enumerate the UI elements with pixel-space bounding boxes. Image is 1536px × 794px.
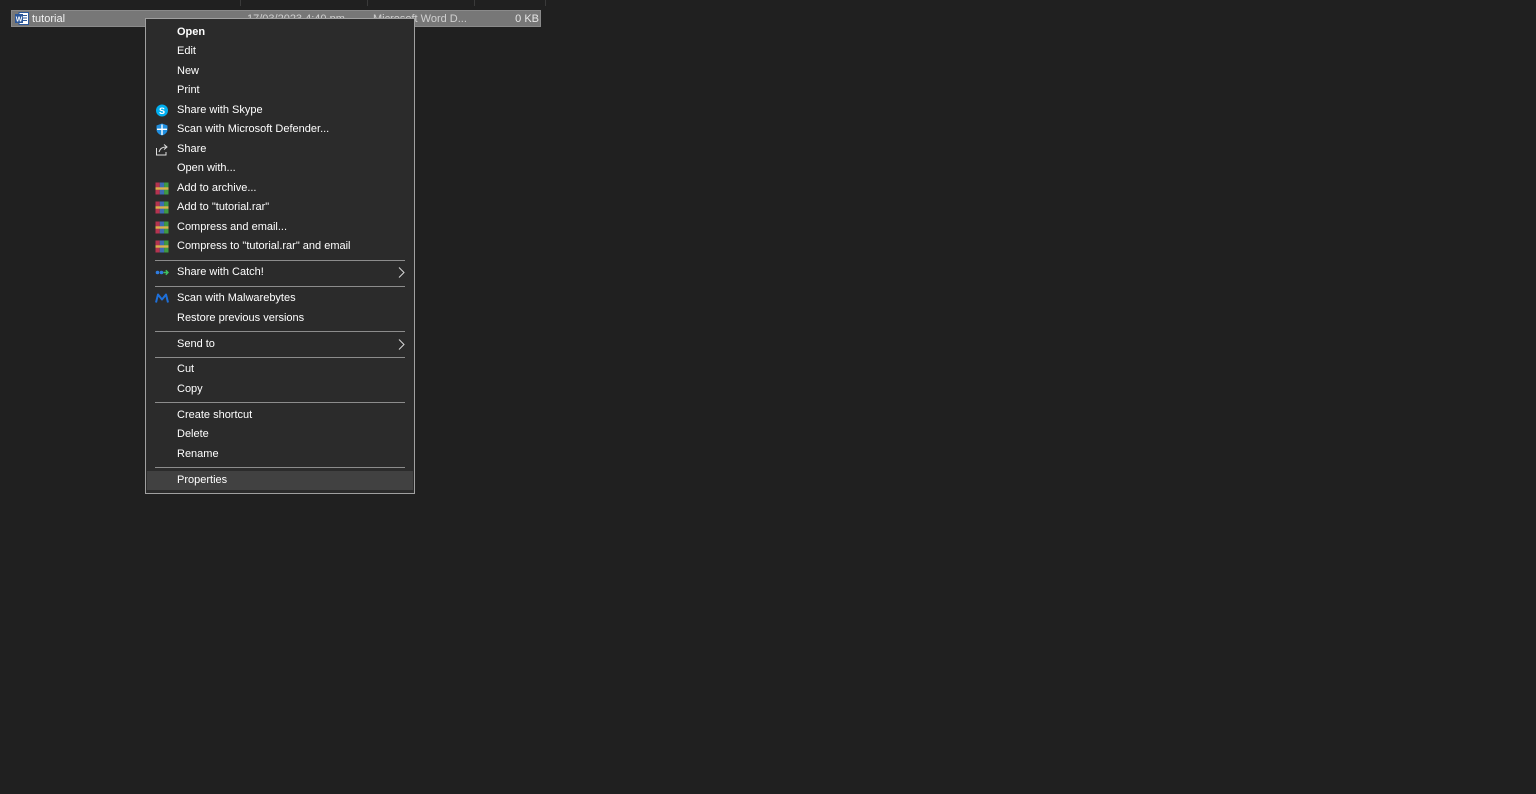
menu-separator	[155, 402, 405, 403]
menu-item-share-with-skype[interactable]: S Share with Skype	[147, 101, 413, 120]
menu-item-label: New	[177, 65, 200, 77]
column-divider[interactable]	[474, 0, 475, 6]
menu-item-cut[interactable]: Cut	[147, 360, 413, 379]
menu-item-scan-malwarebytes[interactable]: Scan with Malwarebytes	[147, 289, 413, 308]
menu-item-label: Properties	[177, 474, 228, 486]
menu-item-share[interactable]: Share	[147, 140, 413, 159]
winrar-icon	[155, 182, 169, 195]
menu-item-label: Create shortcut	[177, 409, 253, 421]
menu-item-label: Delete	[177, 428, 209, 440]
menu-item-label: Share	[177, 143, 207, 155]
column-divider[interactable]	[240, 0, 241, 6]
share-icon	[156, 144, 168, 156]
menu-item-open[interactable]: Open	[147, 23, 413, 42]
menu-item-label: Add to "tutorial.rar"	[177, 201, 270, 213]
menu-item-properties[interactable]: Properties	[147, 471, 413, 490]
malwarebytes-icon	[155, 293, 169, 303]
menu-separator	[155, 467, 405, 468]
menu-item-compress-rar-and-email[interactable]: Compress to "tutorial.rar" and email	[147, 237, 413, 256]
menu-item-label: Rename	[177, 448, 219, 460]
defender-shield-icon	[156, 123, 168, 136]
svg-text:S: S	[159, 106, 165, 116]
menu-item-share-with-catch[interactable]: Share with Catch!	[147, 263, 413, 282]
menu-item-label: Cut	[177, 363, 195, 375]
winrar-icon	[155, 221, 169, 234]
svg-text:W: W	[16, 16, 23, 23]
menu-item-label: Edit	[177, 45, 196, 57]
menu-item-label: Compress to "tutorial.rar" and email	[177, 240, 351, 252]
column-divider[interactable]	[367, 0, 368, 6]
menu-item-scan-defender[interactable]: Scan with Microsoft Defender...	[147, 120, 413, 139]
menu-separator	[155, 286, 405, 287]
file-size: 0 KB	[515, 13, 539, 25]
menu-item-rename[interactable]: Rename	[147, 445, 413, 464]
menu-item-print[interactable]: Print	[147, 81, 413, 100]
menu-item-label: Add to archive...	[177, 182, 257, 194]
menu-item-add-to-archive[interactable]: Add to archive...	[147, 179, 413, 198]
skype-icon: S	[156, 104, 168, 117]
catch-icon	[155, 269, 169, 276]
menu-item-add-to-rar[interactable]: Add to "tutorial.rar"	[147, 198, 413, 217]
menu-item-label: Open with...	[177, 162, 236, 174]
winrar-icon	[155, 201, 169, 214]
word-document-icon: W	[15, 12, 29, 25]
menu-item-label: Scan with Microsoft Defender...	[177, 123, 330, 135]
menu-item-label: Print	[177, 84, 200, 96]
menu-item-restore-previous-versions[interactable]: Restore previous versions	[147, 309, 413, 328]
winrar-icon	[155, 240, 169, 253]
menu-item-copy[interactable]: Copy	[147, 380, 413, 399]
menu-item-label: Open	[177, 26, 206, 38]
menu-item-label: Send to	[177, 338, 215, 350]
menu-separator	[155, 260, 405, 261]
menu-item-create-shortcut[interactable]: Create shortcut	[147, 406, 413, 425]
menu-item-new[interactable]: New	[147, 62, 413, 81]
context-menu: Open Edit New Print S Share with Skype S…	[145, 18, 415, 494]
menu-item-open-with[interactable]: Open with...	[147, 159, 413, 178]
menu-item-label: Share with Skype	[177, 104, 263, 116]
menu-item-compress-and-email[interactable]: Compress and email...	[147, 218, 413, 237]
menu-item-label: Share with Catch!	[177, 266, 264, 278]
menu-item-label: Compress and email...	[177, 221, 288, 233]
menu-item-label: Restore previous versions	[177, 312, 305, 324]
menu-separator	[155, 331, 405, 332]
menu-item-edit[interactable]: Edit	[147, 42, 413, 61]
chevron-right-icon	[398, 339, 405, 350]
menu-item-label: Copy	[177, 383, 203, 395]
file-name: tutorial	[32, 13, 66, 25]
menu-item-delete[interactable]: Delete	[147, 425, 413, 444]
chevron-right-icon	[398, 267, 405, 278]
menu-item-send-to[interactable]: Send to	[147, 335, 413, 354]
column-divider[interactable]	[545, 0, 546, 6]
menu-separator	[155, 357, 405, 358]
menu-item-label: Scan with Malwarebytes	[177, 292, 296, 304]
